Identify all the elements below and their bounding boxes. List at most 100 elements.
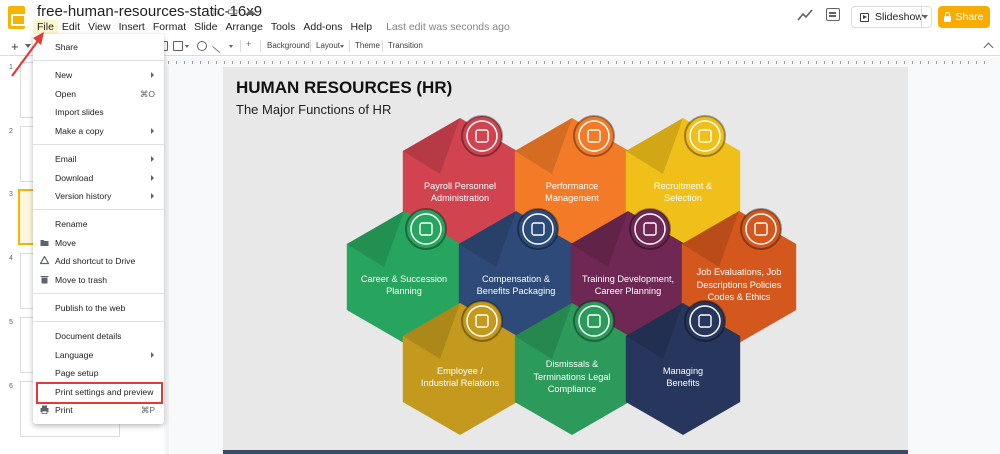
menu-tools[interactable]: Tools	[267, 20, 300, 34]
icon-badge-ring	[461, 115, 503, 157]
theme-button[interactable]: Theme	[355, 41, 380, 50]
menu-arrange[interactable]: Arrange	[221, 20, 266, 34]
hr-function-label-line: Dismissals &	[545, 359, 599, 370]
menu-item-move-to-trash[interactable]: Move to trash	[33, 272, 164, 288]
menu-format[interactable]: Format	[149, 20, 190, 34]
hr-function-label-line: Performance	[545, 180, 599, 191]
hr-function-label-line: Compliance	[547, 384, 597, 395]
icon-badge-ring	[684, 300, 726, 342]
hr-function-label[interactable]: Performance Management	[513, 180, 631, 205]
folder-move-icon	[40, 240, 49, 246]
transition-button[interactable]: Transition	[388, 41, 423, 50]
hr-function-label[interactable]: Compensation & Benefits Packaging	[457, 273, 575, 298]
slide-number: 2	[9, 128, 13, 135]
hr-function-label[interactable]: Training Development, Career Planning	[569, 273, 687, 298]
menu-item-open[interactable]: Open ⌘O	[33, 86, 164, 102]
menu-item-move[interactable]: Move	[33, 235, 164, 251]
menu-item-print[interactable]: Print ⌘P	[33, 402, 164, 418]
hr-function-label[interactable]: Recruitment & Selection	[624, 180, 742, 205]
icon-badge-ring	[629, 208, 671, 250]
activity-dashboard-icon[interactable]	[797, 8, 813, 22]
menu-item-label: Import slides	[55, 107, 104, 117]
menu-help[interactable]: Help	[346, 20, 376, 34]
chevron-down-icon[interactable]	[922, 15, 928, 19]
menu-view[interactable]: View	[84, 20, 115, 34]
hr-function-label[interactable]: Employee / Industrial Relations	[401, 365, 519, 390]
submenu-arrow-icon	[151, 352, 154, 358]
image-icon[interactable]	[173, 41, 183, 51]
menu-separator	[33, 209, 164, 210]
menu-item-label: Rename	[55, 219, 88, 229]
menu-item-label: Document details	[55, 331, 122, 341]
menu-item-rename[interactable]: Rename	[33, 216, 164, 232]
menu-item-label: Make a copy	[55, 126, 104, 136]
chevron-down-icon[interactable]	[229, 45, 233, 48]
menu-item-publish[interactable]: Publish to the web	[33, 300, 164, 316]
menu-slide[interactable]: Slide	[190, 20, 221, 34]
menu-item-label: Publish to the web	[55, 303, 126, 313]
icon-badge-ring	[740, 208, 782, 250]
hr-function-label[interactable]: Payroll Personnel Administration	[401, 180, 519, 205]
vertical-ruler[interactable]	[166, 66, 169, 454]
menu-item-label: Print	[55, 405, 73, 415]
menu-item-add-shortcut[interactable]: Add shortcut to Drive	[33, 253, 164, 269]
hr-functions-diagram	[346, 115, 797, 435]
menu-item-download[interactable]: Download	[33, 170, 164, 186]
menu-insert[interactable]: Insert	[115, 20, 149, 34]
share-button[interactable]: Share	[938, 6, 990, 28]
chevron-down-icon[interactable]	[185, 45, 189, 48]
shortcut-label: ⌘O	[139, 89, 155, 99]
last-edit-status[interactable]: Last edit was seconds ago	[386, 20, 510, 34]
background-button[interactable]: Background	[267, 41, 310, 50]
star-icon[interactable]: ☆	[210, 4, 221, 18]
hr-function-label-line: Industrial Relations	[420, 378, 500, 388]
slide-footer-bar	[223, 450, 908, 454]
icon-badge-ring	[573, 300, 615, 342]
hr-function-label-line: Career Planning	[594, 286, 662, 296]
menu-addons[interactable]: Add-ons	[299, 20, 346, 34]
slideshow-button[interactable]: Slideshow	[851, 6, 932, 28]
hr-function-label-line: Descriptions Policies	[696, 279, 782, 290]
layout-button[interactable]: Layout	[316, 41, 340, 50]
hr-function-label-line: Selection	[664, 193, 702, 203]
menu-item-version-history[interactable]: Version history	[33, 188, 164, 204]
submenu-arrow-icon	[151, 128, 154, 134]
shape-icon[interactable]	[197, 41, 207, 51]
chevron-down-icon[interactable]	[340, 45, 344, 48]
horizontal-ruler[interactable]	[168, 57, 988, 65]
menu-item-make-copy[interactable]: Make a copy	[33, 123, 164, 139]
hr-function-label[interactable]: Dismissals & Terminations Legal Compliance	[513, 358, 631, 396]
menu-item-document-details[interactable]: Document details	[33, 328, 164, 344]
menu-item-import-slides[interactable]: Import slides	[33, 104, 164, 120]
toolbar-separator	[349, 40, 350, 52]
hr-function-label-line: Career & Succession	[360, 273, 448, 284]
menu-item-page-setup[interactable]: Page setup	[33, 365, 164, 381]
cloud-saved-icon[interactable]: ☁	[244, 4, 256, 18]
submenu-arrow-icon	[151, 175, 154, 181]
hr-function-label[interactable]: Career & Succession Planning	[345, 273, 463, 298]
menu-item-label: Open	[55, 89, 77, 99]
slide-canvas[interactable]: HUMAN RESOURCES (HR) The Major Functions…	[223, 67, 908, 454]
toolbar-separator	[260, 40, 261, 52]
icon-badge-ring	[517, 208, 559, 250]
drive-shortcut-icon	[40, 256, 49, 265]
hr-function-label-line: Codes & Ethics	[707, 292, 771, 303]
toolbar-separator	[310, 40, 311, 52]
slide-number: 4	[9, 255, 13, 262]
chevron-up-icon[interactable]	[983, 42, 994, 53]
hr-function-label-line: Benefits Packaging	[476, 286, 556, 296]
menu-item-label: Move	[55, 238, 77, 248]
trash-icon	[40, 276, 49, 284]
submenu-arrow-icon	[151, 193, 154, 199]
menu-item-language[interactable]: Language	[33, 347, 164, 363]
line-icon[interactable]	[211, 38, 227, 54]
hr-function-label[interactable]: Managing Benefits	[624, 365, 742, 390]
menu-item-label: Move to trash	[55, 275, 108, 285]
comments-icon[interactable]	[826, 8, 840, 21]
menu-item-email[interactable]: Email	[33, 151, 164, 167]
add-comment-icon[interactable]: +	[246, 39, 256, 49]
slide-number: 6	[9, 383, 13, 390]
move-folder-icon[interactable]: ▭	[227, 4, 238, 18]
menu-item-label: Version history	[55, 191, 112, 201]
hr-function-label[interactable]: Job Evaluations, Job Descriptions Policie…	[680, 266, 798, 304]
